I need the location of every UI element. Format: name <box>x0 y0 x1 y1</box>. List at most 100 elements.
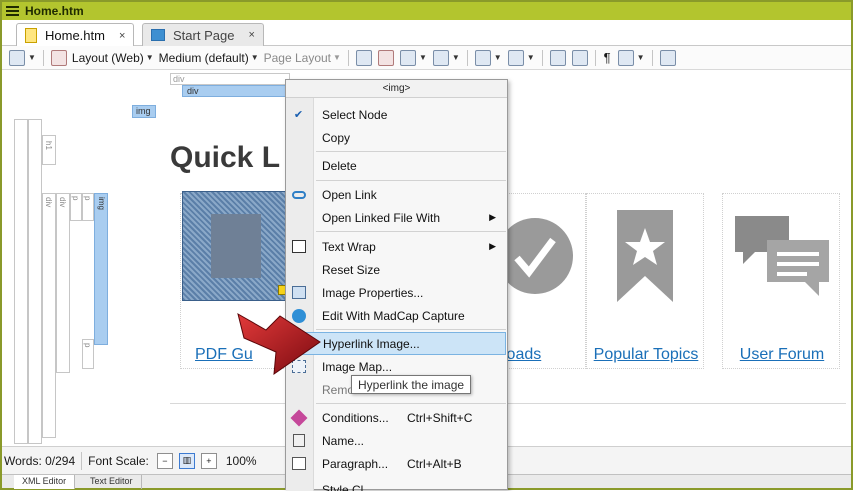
text-wrap-icon <box>291 239 306 254</box>
editor-toolbar: ▼ Layout (Web) ▼ Medium (default) ▼ Page… <box>2 46 851 70</box>
window-icon[interactable] <box>659 49 676 66</box>
tab-xml-editor[interactable]: XML Editor <box>14 475 76 489</box>
menu-item-label: Text Wrap <box>322 239 376 254</box>
visibility-icon[interactable] <box>617 49 634 66</box>
menu-item-label: Conditions... <box>322 410 389 425</box>
menu-item-name[interactable]: Name... <box>287 429 506 452</box>
chevron-down-icon[interactable]: ▼ <box>333 53 341 62</box>
img-tag-marker[interactable]: img <box>132 105 156 118</box>
code-icon[interactable] <box>571 49 588 66</box>
img-structure-bar-selected[interactable] <box>94 193 108 345</box>
menu-item-style-class[interactable]: Style Cl <box>287 477 506 491</box>
list-icon[interactable] <box>474 49 491 66</box>
paragraph-icon <box>291 456 306 471</box>
structure-bar[interactable] <box>42 135 56 165</box>
window-title: Home.htm <box>25 4 84 18</box>
toolbar-divider <box>347 49 349 66</box>
close-icon[interactable]: × <box>248 29 254 41</box>
image-icon[interactable] <box>399 49 416 66</box>
page-layout-dropdown[interactable]: Page Layout <box>264 51 331 65</box>
menu-item-conditions[interactable]: Conditions... Ctrl+Shift+C <box>287 406 506 429</box>
menu-item-text-wrap[interactable]: Text Wrap ▶ <box>287 235 506 258</box>
markers-icon[interactable] <box>549 49 566 66</box>
quick-link-card-user-forum: User Forum <box>722 193 840 369</box>
layout-icon[interactable] <box>50 49 67 66</box>
menu-item-label: Reset Size <box>322 262 381 277</box>
menu-item-open-linked-file-with[interactable]: Open Linked File With ▶ <box>287 206 506 229</box>
chevron-down-icon[interactable]: ▼ <box>146 53 154 62</box>
menu-item-image-properties[interactable]: Image Properties... <box>287 281 506 304</box>
menu-item-paragraph[interactable]: Paragraph... Ctrl+Alt+B <box>287 452 506 475</box>
font-scale-increase-button[interactable]: + <box>200 452 217 469</box>
structure-bar[interactable] <box>42 193 56 438</box>
document-icon <box>25 28 37 43</box>
div-tag-bar-selected[interactable]: div <box>182 85 290 97</box>
show-tags-icon[interactable] <box>355 49 372 66</box>
structure-tag-label: div <box>58 197 67 208</box>
structure-bar[interactable] <box>14 119 28 444</box>
menu-item-label: Open Link <box>322 187 377 202</box>
bookmark-star-icon <box>617 210 673 302</box>
tab-label: Home.htm <box>45 28 105 43</box>
conditions-icon <box>290 409 307 426</box>
text-icon[interactable] <box>507 49 524 66</box>
menu-item-delete[interactable]: Delete <box>287 154 506 177</box>
close-icon[interactable]: × <box>119 30 125 42</box>
structure-tag-label: img <box>97 197 106 210</box>
menu-item-open-link[interactable]: Open Link <box>287 183 506 206</box>
menu-item-copy[interactable]: Copy <box>287 126 506 149</box>
show-blocks-icon[interactable] <box>377 49 394 66</box>
menu-item-label: Hyperlink Image... <box>323 336 420 351</box>
font-scale-reset-button[interactable]: ▥ <box>178 452 195 469</box>
zoom-level[interactable]: 100% <box>226 454 257 468</box>
pilcrow-icon[interactable]: ¶ <box>604 50 611 65</box>
chevron-down-icon[interactable]: ▼ <box>251 53 259 62</box>
font-scale-decrease-button[interactable]: − <box>156 452 173 469</box>
horizontal-rule <box>170 403 846 404</box>
div-tag-bar[interactable]: div <box>170 73 290 85</box>
menu-item-select-node[interactable]: ✔ Select Node <box>287 103 506 126</box>
chevron-down-icon[interactable]: ▼ <box>28 53 36 62</box>
quick-link-card-popular-topics: Popular Topics <box>586 193 704 369</box>
tab-text-editor[interactable]: Text Editor <box>82 475 142 489</box>
menu-shortcut: Ctrl+Alt+B <box>407 456 462 471</box>
preview-icon[interactable] <box>9 49 25 66</box>
start-page-icon <box>151 29 165 41</box>
menu-shortcut: Ctrl+Shift+C <box>407 410 473 425</box>
structure-bar[interactable] <box>56 193 70 373</box>
chevron-down-icon[interactable]: ▼ <box>637 53 645 62</box>
menu-item-label: Edit With MadCap Capture <box>322 308 465 323</box>
font-scale-label: Font Scale: <box>88 453 149 468</box>
structure-tag-label: p <box>83 343 92 348</box>
selected-image[interactable] <box>182 191 286 301</box>
tab-home-htm[interactable]: Home.htm × <box>16 23 135 47</box>
menu-item-label: Name... <box>322 433 365 448</box>
toolbar-divider <box>651 49 653 66</box>
chevron-down-icon[interactable]: ▼ <box>419 53 427 62</box>
check-icon: ✔ <box>293 109 304 121</box>
title-bar: Home.htm <box>2 2 851 20</box>
menu-item-label: Select Node <box>322 107 388 122</box>
medium-dropdown[interactable]: Medium (default) <box>159 51 249 65</box>
menu-separator <box>316 180 506 181</box>
conditions-icon[interactable] <box>432 49 449 66</box>
menu-item-reset-size[interactable]: Reset Size <box>287 258 506 281</box>
document-tabs: Home.htm × Start Page × <box>2 20 851 47</box>
toolbar-divider <box>594 49 596 66</box>
quick-link-label[interactable]: Popular Topics <box>587 346 705 364</box>
quick-link-label[interactable]: User Forum <box>723 346 841 364</box>
chevron-down-icon[interactable]: ▼ <box>452 53 460 62</box>
tab-start-page[interactable]: Start Page × <box>142 23 264 46</box>
submenu-arrow-icon: ▶ <box>489 212 496 222</box>
chevron-down-icon[interactable]: ▼ <box>527 53 535 62</box>
page-title: Quick L <box>170 141 281 174</box>
hamburger-menu-icon[interactable] <box>6 6 19 16</box>
toolbar-divider <box>466 49 468 66</box>
menu-item-label: Delete <box>322 158 357 173</box>
menu-item-label: Paragraph... <box>322 456 389 471</box>
chevron-down-icon[interactable]: ▼ <box>494 53 502 62</box>
structure-bar[interactable] <box>28 119 42 444</box>
layout-dropdown[interactable]: Layout (Web) <box>72 51 144 65</box>
toolbar-divider <box>42 49 44 66</box>
menu-item-label: Open Linked File With <box>322 210 441 225</box>
